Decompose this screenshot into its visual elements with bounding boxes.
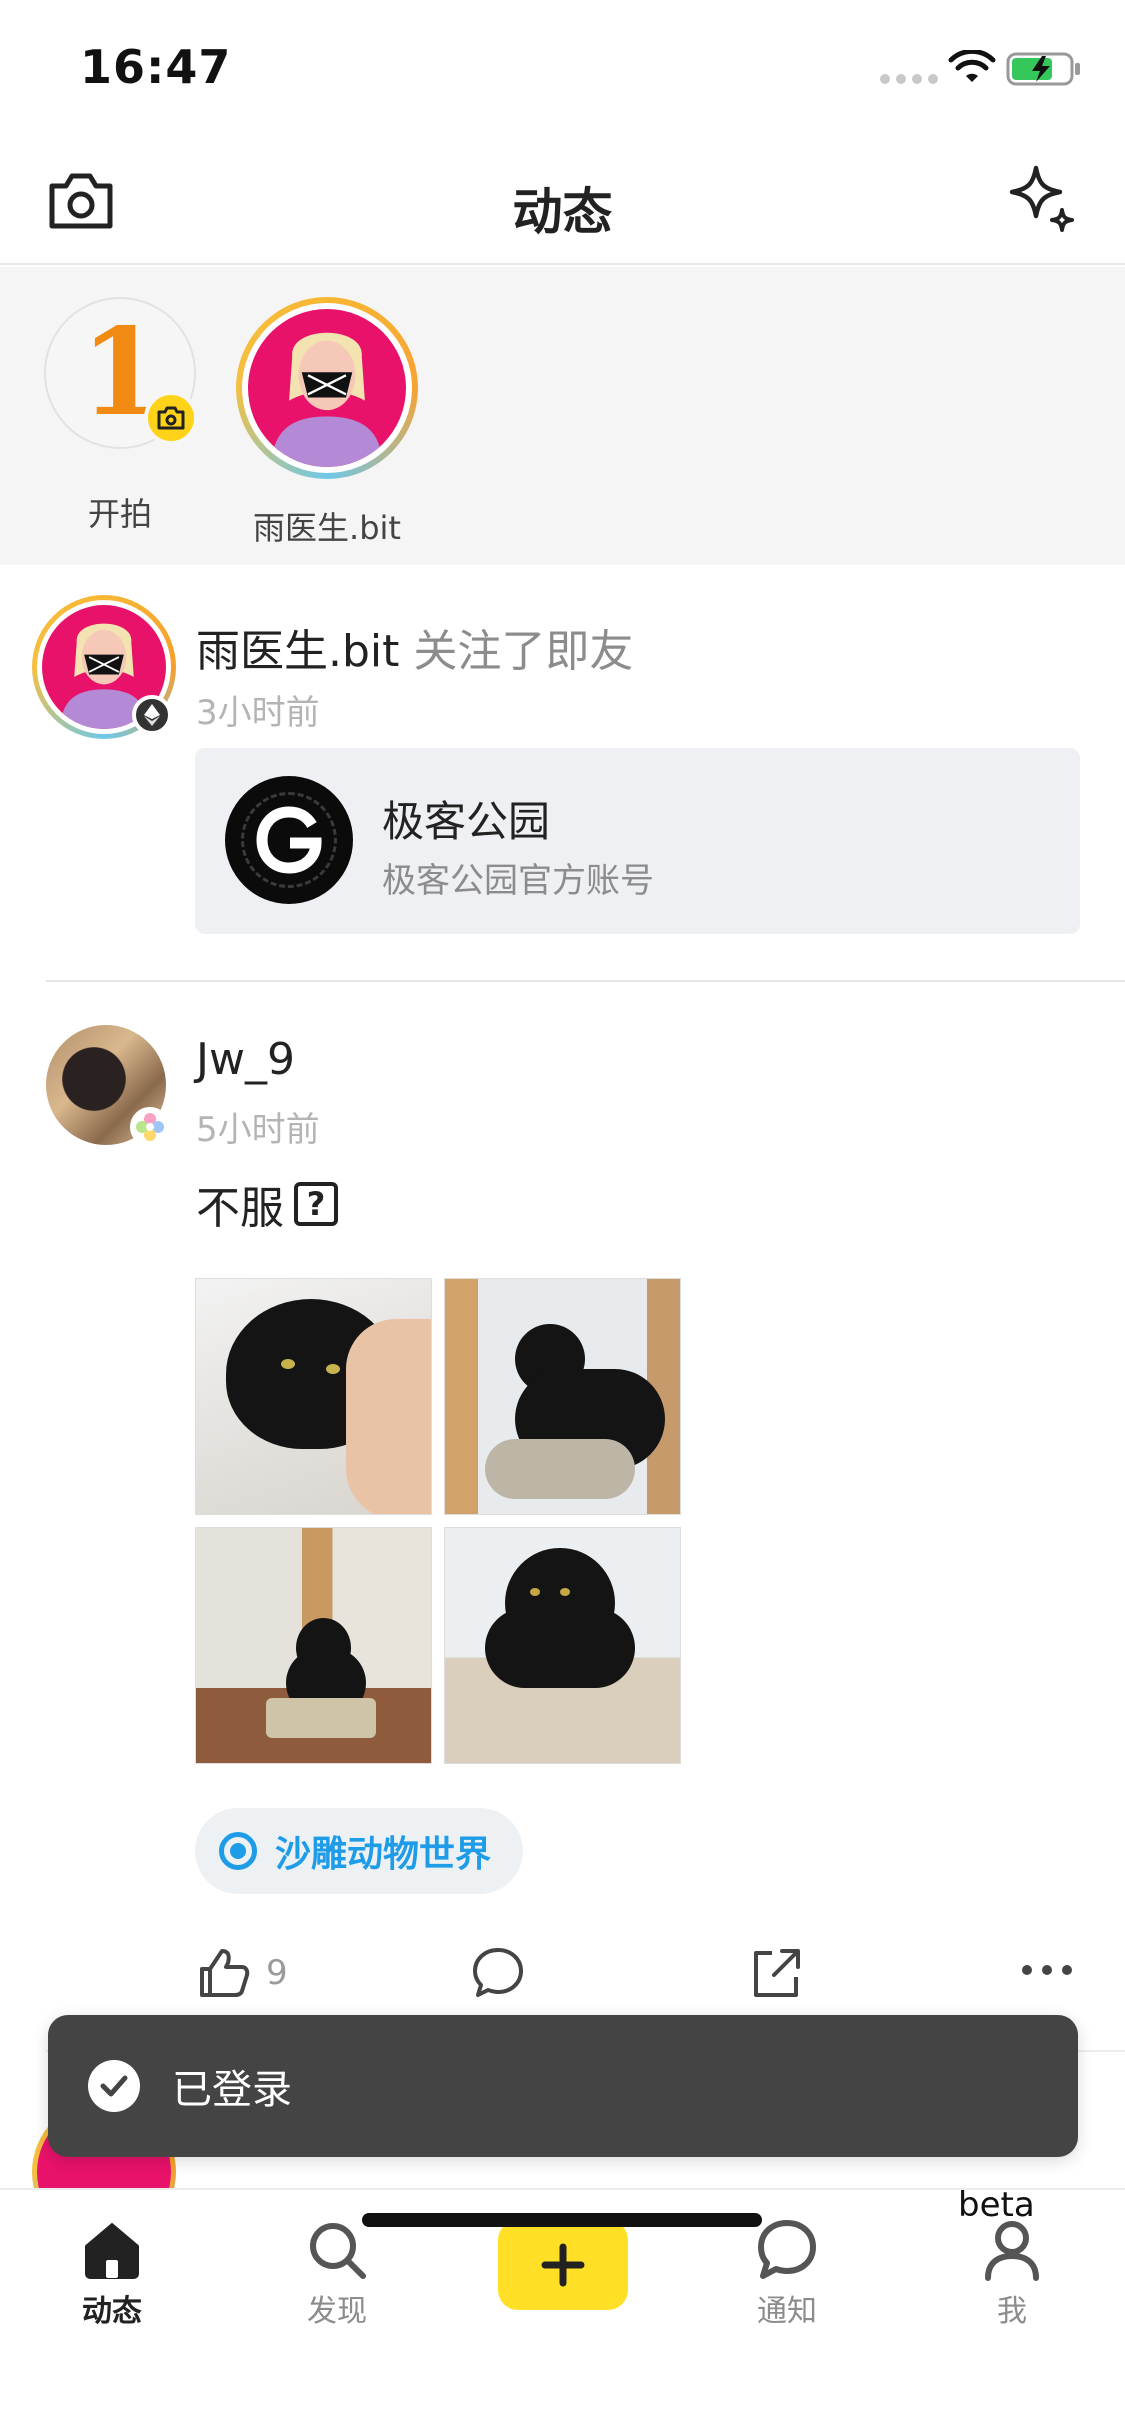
card-subtitle: 极客公园官方账号 (382, 861, 654, 901)
page-title: 动态 (512, 183, 613, 241)
followed-account-card[interactable]: 极客公园 极客公园官方账号 (195, 748, 1080, 934)
thumbs-up-icon (200, 1949, 250, 1997)
search-icon (310, 2223, 366, 2279)
action-text: 关注了即友 (413, 626, 634, 677)
story-label: 雨医生.bit (253, 509, 401, 547)
post-image[interactable] (195, 1527, 432, 1764)
camera-icon (144, 391, 198, 445)
topic-label: 沙雕动物世界 (275, 1834, 492, 1875)
status-bar: 16:47 (0, 0, 1125, 140)
chat-bubble-icon (758, 2220, 816, 2279)
divider (46, 980, 1125, 982)
share-button[interactable] (748, 1945, 804, 2001)
toast: 已登录 (48, 2015, 1078, 2157)
beta-label: beta (958, 2185, 1035, 2225)
tab-discover[interactable]: 发现 (277, 2218, 397, 2330)
topic-icon (219, 1832, 257, 1870)
tab-home[interactable]: 动态 (52, 2218, 172, 2330)
geekpark-logo (225, 776, 353, 904)
avatar (248, 309, 406, 467)
like-count: 9 (266, 1953, 288, 1993)
flower-badge-icon (130, 1107, 170, 1147)
user-name[interactable]: 雨医生.bit (196, 626, 399, 677)
cellular-signal-icon (880, 74, 938, 84)
image-grid (195, 1278, 681, 1764)
ethereum-icon (132, 695, 172, 735)
post-text: 不服 ? (196, 1172, 338, 1236)
tab-label: 我 (997, 2294, 1027, 2329)
timestamp: 3小时前 (196, 693, 320, 733)
tab-me[interactable]: 我 (952, 2218, 1072, 2330)
check-icon (88, 2060, 140, 2112)
post-body: 不服 (196, 1183, 284, 1234)
post-actions: 9 (0, 1945, 1125, 2015)
tab-label: 动态 (82, 2294, 142, 2329)
post-image[interactable] (195, 1278, 432, 1515)
status-time: 16:47 (80, 40, 232, 94)
tab-label: 发现 (307, 2294, 367, 2329)
tab-label: 通知 (757, 2294, 817, 2329)
story-create[interactable]: 1 开拍 (44, 297, 198, 535)
more-icon (1022, 1965, 1072, 1975)
comment-button[interactable] (470, 1945, 526, 2001)
home-indicator[interactable] (362, 2213, 762, 2227)
comment-icon (473, 1948, 523, 1997)
toast-message: 已登录 (172, 2067, 292, 2113)
home-icon (85, 2223, 139, 2279)
question-emoji-icon: ? (294, 1182, 338, 1226)
plus-icon (541, 2243, 585, 2287)
feed-item-follow: 雨医生.bit 关注了即友 3小时前 极客公园 极客公园官方账号 (0, 565, 1125, 980)
post-image[interactable] (444, 1527, 681, 1764)
story-label: 开拍 (87, 495, 152, 533)
sparkle-icon[interactable] (1008, 164, 1076, 236)
post-image[interactable] (444, 1278, 681, 1515)
post-button[interactable] (498, 2220, 628, 2310)
avatar[interactable] (32, 595, 176, 739)
nav-bar: 动态 (0, 140, 1125, 265)
tab-notifications[interactable]: 通知 (727, 2218, 847, 2330)
more-button[interactable] (1020, 1963, 1074, 1977)
timestamp: 5小时前 (196, 1110, 320, 1150)
stories-row: 1 开拍 雨医生.bit (0, 267, 1125, 565)
user-name[interactable]: Jw_9 (196, 1034, 295, 1085)
wifi-icon (948, 50, 996, 82)
share-icon (754, 1949, 800, 1997)
feed-headline: 雨医生.bit 关注了即友 (196, 615, 633, 679)
story-create-avatar[interactable]: 1 (44, 297, 198, 449)
story-user[interactable]: 雨医生.bit (232, 297, 422, 549)
avatar[interactable] (46, 1025, 170, 1147)
battery-icon (1006, 52, 1080, 86)
like-button[interactable]: 9 (196, 1945, 288, 2001)
person-icon (985, 2221, 1039, 2281)
topic-tag[interactable]: 沙雕动物世界 (195, 1808, 524, 1894)
story-avatar-ring[interactable] (236, 297, 418, 479)
card-title: 极客公园 (382, 797, 551, 846)
